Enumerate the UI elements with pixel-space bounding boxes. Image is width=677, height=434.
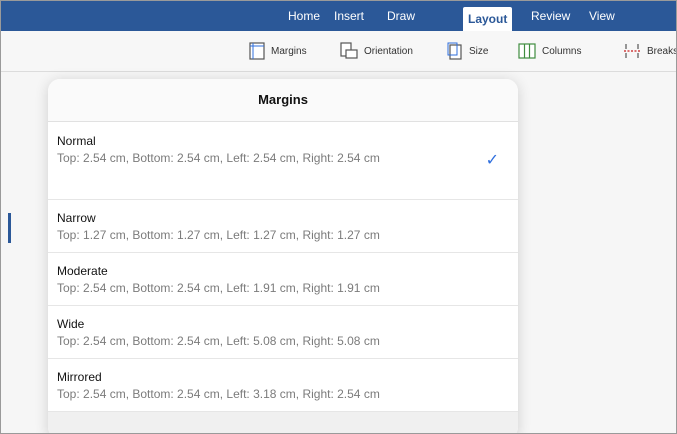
breaks-label: Breaks [647,45,677,57]
popover-footer [48,412,518,433]
breaks-button[interactable]: Breaks [623,40,677,62]
columns-button[interactable]: Columns [518,40,581,62]
checkmark-icon: ✓ [485,152,499,169]
popover-title: Margins [48,79,518,122]
ribbon-tab-bar: Home Insert Draw Layout Review View [1,1,676,31]
tab-home[interactable]: Home [288,1,320,31]
option-name: Moderate [57,264,108,278]
margins-button[interactable]: Margins [249,40,307,62]
size-button[interactable]: Size [447,40,488,62]
margins-label: Margins [271,45,307,57]
page-size-icon [447,42,462,60]
tab-draw[interactable]: Draw [387,1,415,31]
option-detail: Top: 2.54 cm, Bottom: 2.54 cm, Left: 2.5… [57,151,380,165]
margins-icon [249,42,265,60]
option-detail: Top: 2.54 cm, Bottom: 2.54 cm, Left: 1.9… [57,281,380,295]
option-detail: Top: 2.54 cm, Bottom: 2.54 cm, Left: 5.0… [57,334,380,348]
option-detail: Top: 1.27 cm, Bottom: 1.27 cm, Left: 1.2… [57,228,380,242]
document-edge-marker [8,213,11,243]
columns-icon [518,43,536,59]
tab-view[interactable]: View [589,1,615,31]
option-name: Mirrored [57,370,102,384]
option-name: Narrow [57,211,96,225]
margin-option-moderate[interactable]: Moderate Top: 2.54 cm, Bottom: 2.54 cm, … [48,253,518,306]
breaks-icon [624,44,640,58]
option-detail: Top: 2.54 cm, Bottom: 2.54 cm, Left: 3.1… [57,387,380,401]
orientation-icon [340,42,358,59]
orientation-button[interactable]: Orientation [340,40,413,62]
margins-popover: Margins Normal Top: 2.54 cm, Bottom: 2.5… [48,79,518,433]
orientation-label: Orientation [364,45,413,57]
tab-layout[interactable]: Layout [463,7,513,31]
layout-toolbar: Margins Orientation Size Columns Breaks [1,31,676,72]
margin-option-mirrored[interactable]: Mirrored Top: 2.54 cm, Bottom: 2.54 cm, … [48,359,518,412]
option-name: Wide [57,317,85,331]
tab-review[interactable]: Review [531,1,570,31]
tab-insert[interactable]: Insert [334,1,364,31]
app-window: Home Insert Draw Layout Review View Marg… [0,0,677,434]
margin-option-wide[interactable]: Wide Top: 2.54 cm, Bottom: 2.54 cm, Left… [48,306,518,359]
margin-option-narrow[interactable]: Narrow Top: 1.27 cm, Bottom: 1.27 cm, Le… [48,200,518,253]
size-label: Size [469,45,489,57]
option-name: Normal [57,134,96,148]
columns-label: Columns [542,45,582,57]
margin-option-normal[interactable]: Normal Top: 2.54 cm, Bottom: 2.54 cm, Le… [48,122,518,200]
